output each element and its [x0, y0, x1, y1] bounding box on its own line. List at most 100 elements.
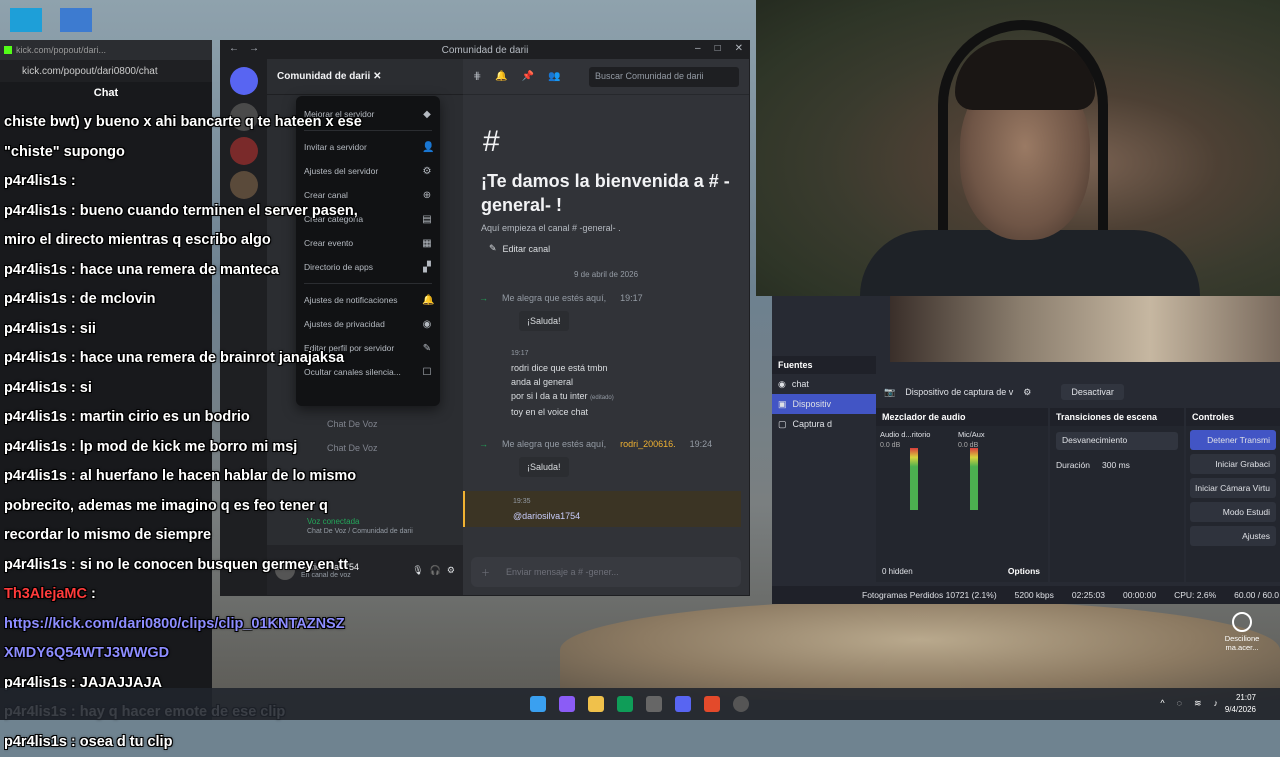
mention[interactable]: @dariosilva1754: [513, 509, 725, 523]
clock-date: 9/4/2026: [1225, 704, 1256, 716]
message-line: por si l da a tu inter (editado): [511, 389, 733, 405]
threads-icon[interactable]: ⋕: [473, 71, 481, 82]
studio-mode-button[interactable]: Modo Estudi: [1190, 502, 1276, 522]
chat-message: chiste bwt) y bueno x ahi bancarte q te …: [4, 108, 384, 138]
chat-text: si: [80, 380, 92, 396]
source-item[interactable]: ▣Dispositiv: [772, 394, 876, 414]
pencil-icon: ✎: [422, 343, 432, 353]
message-time: 19:17: [511, 347, 733, 361]
chevron-up-icon[interactable]: ^: [1160, 698, 1164, 709]
mixer-title: Mezclador de audio: [876, 408, 1048, 426]
chat-separator: :: [67, 557, 80, 573]
chat-separator: :: [67, 350, 80, 366]
options-button[interactable]: Options: [1008, 566, 1040, 576]
duration-input[interactable]: 300 ms: [1102, 460, 1130, 470]
start-icon[interactable]: [530, 696, 546, 712]
brave-icon[interactable]: [704, 696, 720, 712]
webcam-headset: [938, 20, 1108, 230]
join-arrow-icon: →: [479, 437, 488, 451]
join-message-2: →Me alegra que estés aquí,rodri_200616.1…: [463, 433, 749, 481]
chat-text: al huerfano le hacen hablar de lo mismo: [80, 468, 356, 484]
bitrate: 5200 kbps: [1015, 590, 1054, 600]
mention-message: 19:35 @dariosilva1754: [463, 491, 741, 527]
gear-icon[interactable]: ⚙: [1023, 387, 1031, 398]
chat-username: p4r4lis1s: [4, 203, 67, 219]
desktop-icon-1[interactable]: [10, 8, 42, 32]
plus-circle-icon: ⊕: [422, 190, 432, 200]
volume-icon[interactable]: ♪: [1214, 698, 1219, 709]
sources-panel: Fuentes ◉chat ▣Dispositiv ▢Captura d: [772, 356, 876, 466]
network-icon[interactable]: ◌: [1177, 698, 1182, 709]
join-user[interactable]: rodri_200616.: [620, 437, 676, 451]
settings-gear-icon[interactable]: ⚙: [447, 565, 455, 576]
start-virtual-camera-button[interactable]: Iniciar Cámara Virtu: [1190, 478, 1276, 498]
desktop-shortcut[interactable]: Descilione ma.acer...: [1220, 612, 1264, 652]
chat-separator: :: [67, 468, 80, 484]
maximize-icon[interactable]: □: [715, 43, 721, 54]
shield-icon: ◉: [422, 319, 432, 329]
obs-taskbar-icon[interactable]: [733, 696, 749, 712]
add-attachment-icon[interactable]: ＋: [481, 566, 490, 579]
folder-plus-icon: ▤: [422, 214, 432, 224]
chat-separator: :: [87, 586, 96, 602]
wave-button[interactable]: ¡Saluda!: [519, 457, 569, 477]
stop-stream-button[interactable]: Detener Transmi: [1190, 430, 1276, 450]
welcome-subtitle: Aquí empieza el canal # -general- .: [481, 223, 749, 233]
server-name[interactable]: Comunidad de darii: [277, 71, 370, 82]
chat-text: miro el directo mientras q escribo algo: [4, 232, 271, 248]
store-icon[interactable]: [646, 696, 662, 712]
chat-message: p4r4lis1s : si no le conocen busquen ger…: [4, 551, 384, 581]
back-arrow-icon[interactable]: ←: [229, 43, 239, 54]
chat-text: osea d tu clip: [80, 734, 173, 750]
message-line: toy en el voice chat: [511, 405, 733, 419]
pin-icon[interactable]: 📌: [522, 71, 534, 82]
chat-separator: :: [67, 203, 80, 219]
wave-button[interactable]: ¡Saluda!: [519, 311, 569, 331]
headphones-icon[interactable]: 🎧: [430, 565, 441, 576]
channel-header: ⋕ 🔔 📌 👥 Buscar Comunidad de darii: [463, 59, 749, 95]
search-input[interactable]: Buscar Comunidad de darii: [589, 67, 739, 87]
settings-button[interactable]: Ajustes: [1190, 526, 1276, 546]
file-explorer-icon[interactable]: [588, 696, 604, 712]
duration-label: Duración: [1056, 460, 1090, 470]
start-recording-button[interactable]: Iniciar Grabaci: [1190, 454, 1276, 474]
close-icon[interactable]: ✕: [735, 43, 743, 54]
transition-select[interactable]: Desvanecimiento: [1056, 432, 1178, 450]
message-compose-input[interactable]: ＋ Enviar mensaje a # -gener...: [471, 557, 741, 587]
channel-hash-icon: #: [483, 125, 749, 159]
chat-message: p4r4lis1s : hace una remera de brainrot …: [4, 344, 384, 374]
forward-arrow-icon[interactable]: →: [249, 43, 259, 54]
discord-taskbar-icon[interactable]: [675, 696, 691, 712]
kick-url[interactable]: kick.com/popout/dari0800/chat: [22, 66, 158, 77]
discord-home-icon[interactable]: [230, 67, 258, 95]
source-item[interactable]: ▢Captura d: [772, 414, 876, 434]
kick-url-bar[interactable]: kick.com/popout/dari0800/chat: [0, 60, 212, 82]
chat-text: hace una remera de brainrot janajaksa: [80, 350, 344, 366]
compose-placeholder: Enviar mensaje a # -gener...: [506, 567, 619, 577]
desktop-icon-2[interactable]: [60, 8, 92, 32]
message-line: anda al general: [511, 375, 733, 389]
bell-icon: 🔔: [422, 295, 432, 305]
obs-status-bar: Fotogramas Perdidos 10721 (2.1%) 5200 kb…: [772, 586, 1280, 604]
mic-icon[interactable]: 🎙: [412, 565, 423, 576]
chat-message: p4r4lis1s : si: [4, 374, 384, 404]
minimize-icon[interactable]: –: [695, 43, 701, 54]
chat-message: p4r4lis1s : lp mod de kick me borro mi m…: [4, 433, 384, 463]
bell-icon[interactable]: 🔔: [495, 71, 507, 82]
deactivate-button[interactable]: Desactivar: [1061, 384, 1124, 400]
close-menu-icon[interactable]: ✕: [373, 71, 381, 82]
chat-message: p4r4lis1s :: [4, 167, 384, 197]
server-name-header[interactable]: Comunidad de darii ✕: [267, 59, 463, 95]
wifi-icon[interactable]: ≋: [1194, 698, 1202, 709]
source-properties-bar: 📷 Dispositivo de captura de v ⚙ Desactiv…: [876, 380, 1280, 404]
copilot-icon[interactable]: [559, 696, 575, 712]
chat-separator: :: [67, 262, 80, 278]
gear-icon: ⚙: [422, 166, 432, 176]
edge-icon[interactable]: [617, 696, 633, 712]
source-item[interactable]: ◉chat: [772, 374, 876, 394]
join-arrow-icon: →: [479, 291, 488, 305]
members-icon[interactable]: 👥: [548, 71, 560, 82]
clock[interactable]: 21:07 9/4/2026: [1225, 692, 1256, 716]
edit-channel-button[interactable]: ✎Editar canal: [489, 243, 749, 254]
join-text: Me alegra que estés aquí,: [502, 291, 606, 305]
